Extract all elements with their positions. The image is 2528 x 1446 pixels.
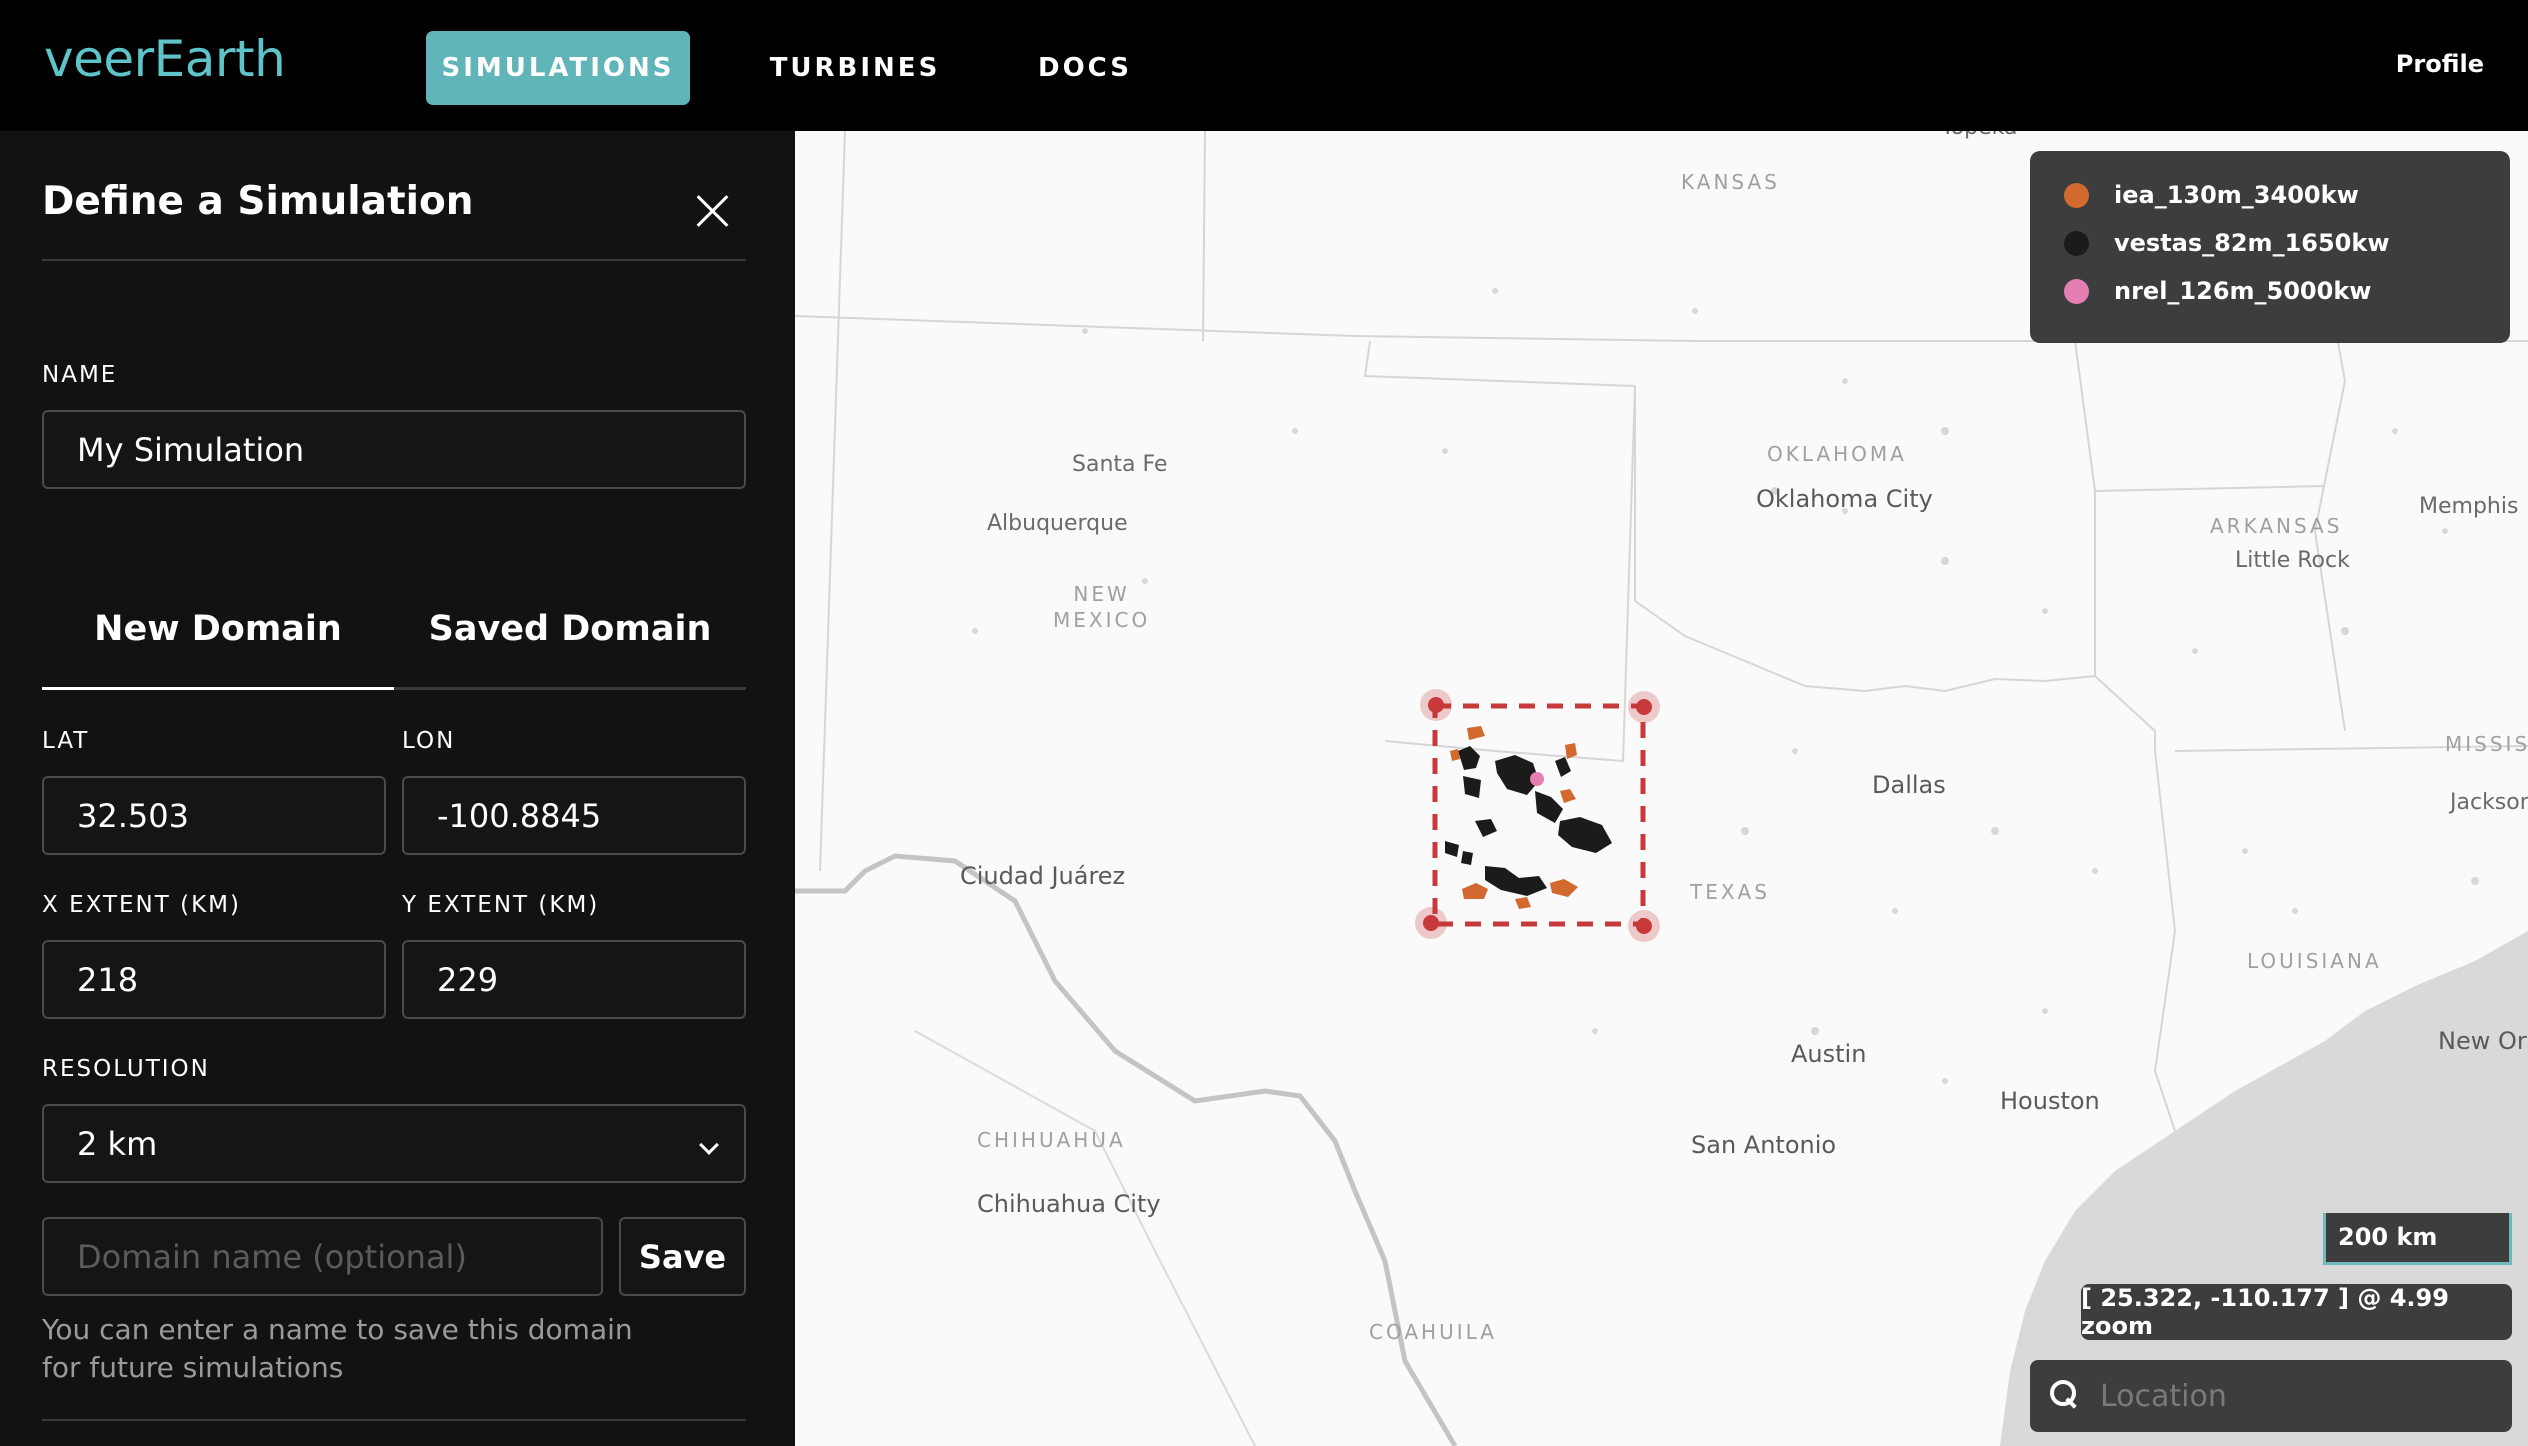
legend-label: vestas_82m_1650kw — [2114, 229, 2390, 257]
state-label: COAHUILA — [1369, 1320, 1497, 1344]
legend-swatch — [2064, 278, 2089, 304]
tab-saved-domain[interactable]: Saved Domain — [394, 609, 746, 649]
divider — [42, 1419, 746, 1421]
lat-input[interactable]: 32.503 — [42, 776, 386, 855]
search-icon — [2050, 1380, 2076, 1406]
profile-link[interactable]: Profile — [2396, 50, 2484, 78]
nav-turbines-button[interactable]: TURBINES — [746, 31, 964, 105]
city-label: Oklahoma City — [1756, 485, 1933, 513]
panel-title: Define a Simulation — [42, 179, 474, 224]
legend-item: vestas_82m_1650kw — [2064, 219, 2510, 267]
define-simulation-panel: Define a Simulation NAME My Simulation N… — [0, 131, 795, 1446]
name-label: NAME — [42, 362, 118, 388]
state-label: NEW MEXICO — [1053, 582, 1151, 632]
save-help-text: You can enter a name to save this domain… — [42, 1313, 633, 1384]
city-label: Topeka — [1941, 131, 2018, 140]
lon-input[interactable]: -100.8845 — [402, 776, 746, 855]
save-domain-button[interactable]: Save — [619, 1217, 746, 1296]
map-coordinates-readout: [ 25.322, -110.177 ] @ 4.99 zoom — [2081, 1284, 2512, 1340]
city-label: Memphis — [2419, 494, 2519, 519]
legend-label: nrel_126m_5000kw — [2114, 277, 2372, 305]
location-search[interactable]: Location — [2030, 1360, 2512, 1432]
lat-label: LAT — [42, 728, 90, 754]
legend-item: nrel_126m_5000kw — [2064, 267, 2510, 315]
state-label: ARKANSAS — [2210, 514, 2343, 538]
x-extent-input[interactable]: 218 — [42, 940, 386, 1019]
state-label: KANSAS — [1681, 170, 1780, 194]
state-label: MISSIS — [2445, 732, 2528, 756]
map-scale-bar: 200 km — [2323, 1213, 2512, 1265]
legend-swatch — [2064, 182, 2089, 208]
domain-name-input[interactable]: Domain name (optional) — [42, 1217, 603, 1296]
nav-simulations-button[interactable]: SIMULATIONS — [426, 31, 690, 105]
divider — [42, 259, 746, 261]
chevron-down-icon — [699, 1135, 719, 1155]
state-label: TEXAS — [1690, 880, 1770, 904]
y-extent-label: Y EXTENT (KM) — [402, 892, 600, 918]
city-label: Houston — [2000, 1087, 2100, 1115]
city-label: Ciudad Juárez — [960, 862, 1126, 890]
location-search-input[interactable]: Location — [2100, 1379, 2227, 1414]
x-extent-label: X EXTENT (KM) — [42, 892, 241, 918]
state-label: LOUISIANA — [2247, 949, 2382, 973]
city-label: San Antonio — [1691, 1131, 1837, 1159]
city-label: Dallas — [1872, 771, 1946, 799]
legend-item: iea_130m_3400kw — [2064, 171, 2510, 219]
tab-underline-active — [42, 687, 394, 690]
close-icon[interactable] — [695, 193, 731, 229]
state-label: OKLAHOMA — [1767, 442, 1907, 466]
city-label: Austin — [1791, 1040, 1867, 1068]
simulation-name-input[interactable]: My Simulation — [42, 410, 746, 489]
city-label: New Orl — [2438, 1027, 2528, 1055]
legend-label: iea_130m_3400kw — [2114, 181, 2359, 209]
app-logo[interactable]: veerEarth — [44, 30, 286, 88]
tab-new-domain[interactable]: New Domain — [42, 609, 394, 649]
city-label: Santa Fe — [1072, 452, 1168, 477]
turbine-legend: iea_130m_3400kw vestas_82m_1650kw nrel_1… — [2030, 151, 2510, 343]
city-label: Jackson — [2450, 790, 2528, 815]
top-nav-bar: veerEarth SIMULATIONS TURBINES DOCS Prof… — [0, 0, 2528, 131]
city-label: Albuquerque — [987, 511, 1128, 536]
map-canvas[interactable]: KANSAS OKLAHOMA ARKANSAS NEW MEXICO TEXA… — [795, 131, 2528, 1446]
city-label: Chihuahua City — [977, 1190, 1161, 1218]
resolution-value: 2 km — [77, 1124, 158, 1163]
nav-docs-button[interactable]: DOCS — [1022, 31, 1148, 105]
resolution-label: RESOLUTION — [42, 1056, 210, 1082]
lon-label: LON — [402, 728, 456, 754]
y-extent-input[interactable]: 229 — [402, 940, 746, 1019]
state-label: CHIHUAHUA — [977, 1128, 1126, 1152]
resolution-select[interactable]: 2 km — [42, 1104, 746, 1183]
city-label: Little Rock — [2235, 548, 2350, 573]
legend-swatch — [2064, 230, 2089, 256]
tab-underline-inactive — [394, 687, 746, 690]
